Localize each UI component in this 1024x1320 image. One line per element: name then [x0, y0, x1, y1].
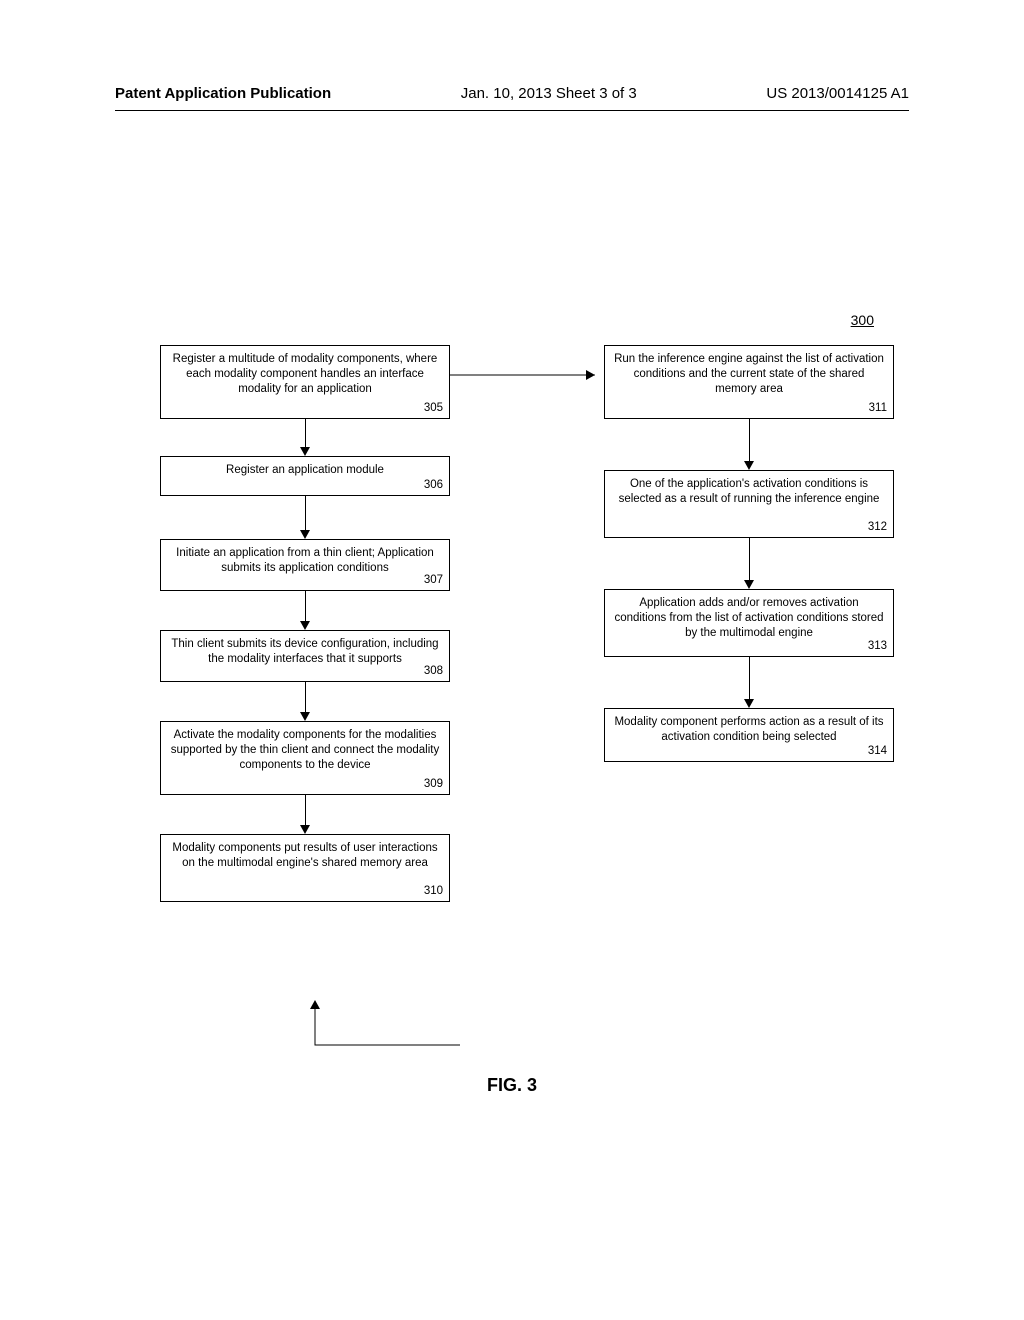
arrow-306-307	[300, 496, 310, 539]
box-311: Run the inference engine against the lis…	[604, 345, 894, 419]
box-308: Thin client submits its device configura…	[160, 630, 450, 682]
box-312-text: One of the application's activation cond…	[605, 471, 893, 511]
box-308-text: Thin client submits its device configura…	[161, 631, 449, 671]
page-header: Patent Application Publication Jan. 10, …	[0, 85, 1024, 102]
header-center: Jan. 10, 2013 Sheet 3 of 3	[461, 85, 637, 102]
arrow-305-306	[300, 419, 310, 456]
box-312: One of the application's activation cond…	[604, 470, 894, 538]
flow-left-column: Register a multitude of modality compone…	[160, 345, 450, 902]
box-314-num: 314	[868, 745, 887, 757]
box-314-text: Modality component performs action as a …	[605, 709, 893, 749]
box-309-text: Activate the modality components for the…	[161, 722, 449, 777]
box-306: Register an application module 306	[160, 456, 450, 496]
figure-reference-number: 300	[851, 312, 874, 328]
arrow-312-313	[744, 538, 754, 589]
header-rule	[115, 110, 909, 111]
box-314: Modality component performs action as a …	[604, 708, 894, 762]
box-305-text: Register a multitude of modality compone…	[161, 346, 449, 401]
arrow-313-314	[744, 657, 754, 708]
box-305: Register a multitude of modality compone…	[160, 345, 450, 419]
flow-right-column: Run the inference engine against the lis…	[604, 345, 894, 902]
box-306-num: 306	[424, 479, 443, 491]
box-306-text: Register an application module	[161, 457, 449, 482]
box-307-text: Initiate an application from a thin clie…	[161, 540, 449, 580]
box-310-num: 310	[424, 885, 443, 897]
arrow-309-310	[300, 795, 310, 834]
arrow-311-312	[744, 419, 754, 470]
box-311-num: 311	[869, 402, 887, 414]
header-right: US 2013/0014125 A1	[766, 85, 909, 102]
box-311-text: Run the inference engine against the lis…	[605, 346, 893, 401]
flowchart: Register a multitude of modality compone…	[160, 345, 894, 1320]
box-307: Initiate an application from a thin clie…	[160, 539, 450, 591]
box-310-text: Modality components put results of user …	[161, 835, 449, 875]
box-305-num: 305	[424, 402, 443, 414]
box-312-num: 312	[868, 521, 887, 533]
box-313-text: Application adds and/or removes activati…	[605, 590, 893, 645]
box-309-num: 309	[424, 778, 443, 790]
page: Patent Application Publication Jan. 10, …	[0, 0, 1024, 1320]
box-309: Activate the modality components for the…	[160, 721, 450, 795]
box-313: Application adds and/or removes activati…	[604, 589, 894, 657]
arrow-307-308	[300, 591, 310, 630]
box-310: Modality components put results of user …	[160, 834, 450, 902]
box-307-num: 307	[424, 574, 443, 586]
box-308-num: 308	[424, 665, 443, 677]
box-313-num: 313	[868, 640, 887, 652]
arrow-308-309	[300, 682, 310, 721]
header-left: Patent Application Publication	[115, 85, 331, 102]
figure-caption: FIG. 3	[0, 1075, 1024, 1096]
